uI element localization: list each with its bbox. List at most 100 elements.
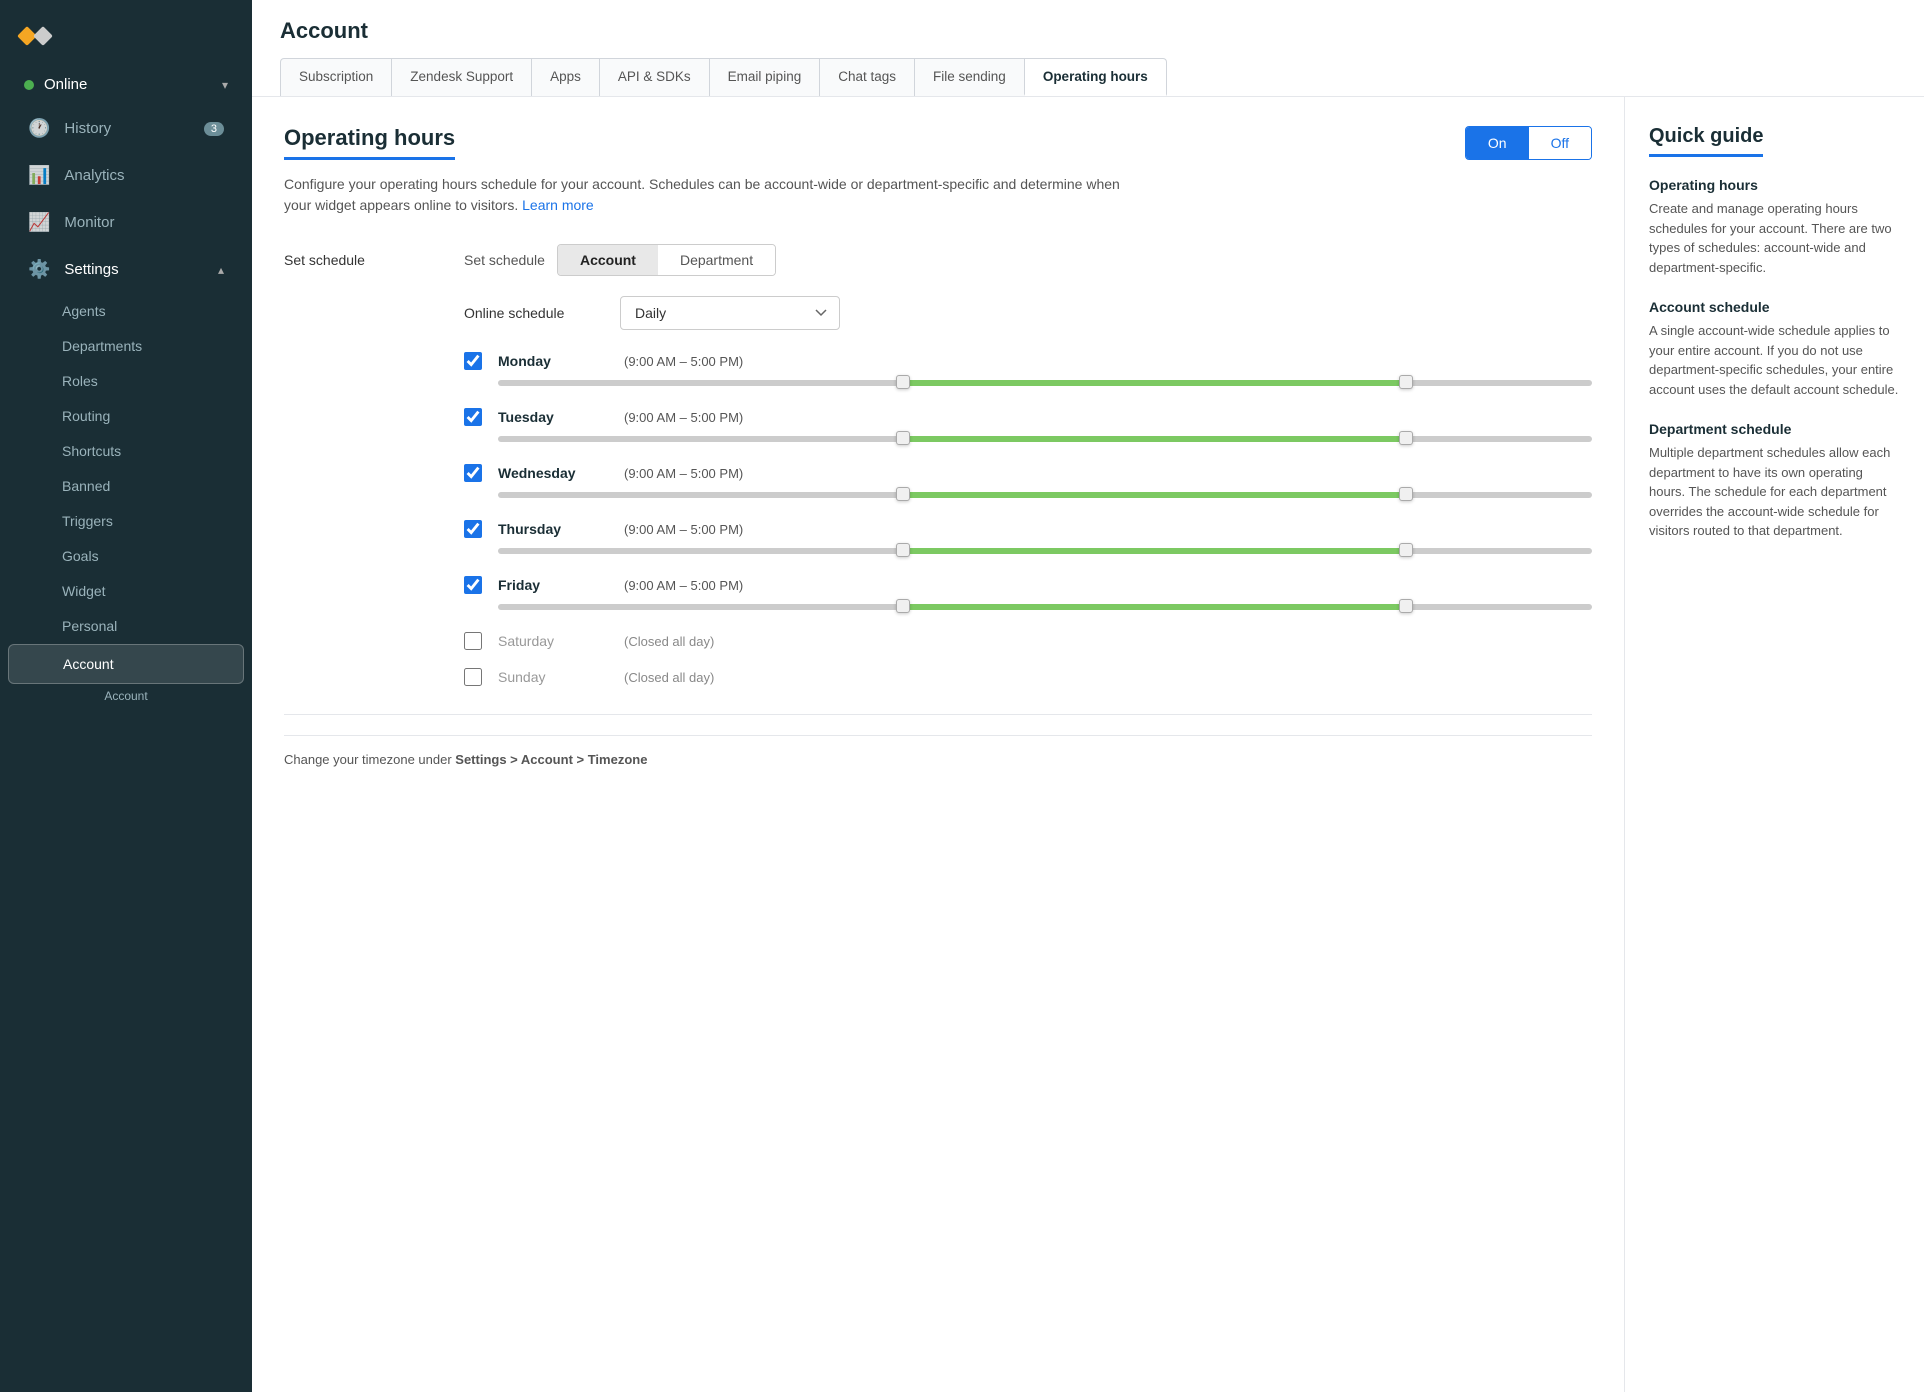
day-time-saturday: (Closed all day) <box>624 634 714 649</box>
sidebar-settings-header[interactable]: ⚙️ Settings ▴ <box>8 247 244 292</box>
slider-fill-tuesday <box>903 436 1406 442</box>
day-time-friday: (9:00 AM – 5:00 PM) <box>624 578 743 593</box>
slider-thumb-right-monday[interactable] <box>1399 375 1413 389</box>
settings-chevron-icon: ▴ <box>218 263 224 277</box>
slider-fill-friday <box>903 604 1406 610</box>
slider-thumb-right-tuesday[interactable] <box>1399 431 1413 445</box>
settings-label: Settings <box>64 261 118 278</box>
settings-icon: ⚙️ <box>28 259 50 280</box>
day-time-thursday: (9:00 AM – 5:00 PM) <box>624 522 743 537</box>
checkbox-saturday[interactable] <box>464 632 482 650</box>
app-logo <box>20 18 56 54</box>
section-title-row: Operating hours On Off <box>284 125 1592 160</box>
status-chevron-icon: ▾ <box>222 78 228 92</box>
checkbox-thursday[interactable] <box>464 520 482 538</box>
sidebar-item-analytics[interactable]: 📊 Analytics <box>8 153 244 198</box>
checkbox-friday[interactable] <box>464 576 482 594</box>
tab-subscription[interactable]: Subscription <box>280 58 392 96</box>
sidebar-item-monitor[interactable]: 📈 Monitor <box>8 200 244 245</box>
set-schedule-row: Set schedule Set schedule Account Depart… <box>284 244 1592 686</box>
quick-section-operating: Operating hours Create and manage operat… <box>1649 177 1900 277</box>
tab-api-sdks[interactable]: API & SDKs <box>599 58 710 96</box>
sidebar-item-shortcuts[interactable]: Shortcuts <box>8 434 244 468</box>
page-title: Account <box>280 18 1896 44</box>
checkbox-sunday[interactable] <box>464 668 482 686</box>
quick-section-account-text: A single account-wide schedule applies t… <box>1649 321 1900 399</box>
status-row[interactable]: Online ▾ <box>8 68 244 101</box>
sidebar-logo <box>0 0 252 64</box>
online-schedule-dropdown[interactable]: Daily Weekly Custom <box>620 296 840 330</box>
quick-section-department-text: Multiple department schedules allow each… <box>1649 443 1900 541</box>
learn-more-link[interactable]: Learn more <box>522 197 594 213</box>
sidebar-item-personal[interactable]: Personal <box>8 609 244 643</box>
slider-thumb-right-friday[interactable] <box>1399 599 1413 613</box>
main-content: Account Subscription Zendesk Support App… <box>252 0 1924 1392</box>
analytics-icon: 📊 <box>28 165 50 186</box>
sidebar-item-agents[interactable]: Agents <box>8 294 244 328</box>
tab-chat-tags[interactable]: Chat tags <box>819 58 915 96</box>
quick-section-account-title: Account schedule <box>1649 299 1900 315</box>
day-row-monday: Monday (9:00 AM – 5:00 PM) <box>464 352 1592 390</box>
toggle-on-button[interactable]: On <box>1466 127 1529 159</box>
slider-container-tuesday[interactable] <box>498 432 1592 446</box>
day-time-sunday: (Closed all day) <box>624 670 714 685</box>
settings-sub-items: Agents Departments Roles Routing Shortcu… <box>0 293 252 685</box>
day-row-top-tuesday: Tuesday(9:00 AM – 5:00 PM) <box>464 408 1592 426</box>
checkbox-monday[interactable] <box>464 352 482 370</box>
slider-thumb-right-thursday[interactable] <box>1399 543 1413 557</box>
slider-thumb-left-wednesday[interactable] <box>896 487 910 501</box>
sidebar-item-account[interactable]: Account <box>8 644 244 684</box>
slider-container-friday[interactable] <box>498 600 1592 614</box>
set-schedule-sublabel: Set schedule <box>464 252 545 268</box>
sidebar-item-label: Monitor <box>64 214 114 231</box>
slider-thumb-left-tuesday[interactable] <box>896 431 910 445</box>
checkbox-tuesday[interactable] <box>464 408 482 426</box>
day-name-thursday: Thursday <box>498 521 608 537</box>
bottom-note: Change your timezone under Settings > Ac… <box>284 735 1592 783</box>
toggle-off-button[interactable]: Off <box>1529 127 1591 159</box>
sidebar-item-routing[interactable]: Routing <box>8 399 244 433</box>
slider-container-thursday[interactable] <box>498 544 1592 558</box>
tab-file-sending[interactable]: File sending <box>914 58 1025 96</box>
sidebar-item-history[interactable]: 🕐 History 3 <box>8 106 244 151</box>
tab-apps[interactable]: Apps <box>531 58 600 96</box>
checkbox-wednesday[interactable] <box>464 464 482 482</box>
sidebar-item-banned[interactable]: Banned <box>8 469 244 503</box>
slider-thumb-left-monday[interactable] <box>896 375 910 389</box>
operating-hours-section: Operating hours On Off Configure your op… <box>252 97 1624 1392</box>
sidebar-item-roles[interactable]: Roles <box>8 364 244 398</box>
sidebar-item-triggers[interactable]: Triggers <box>8 504 244 538</box>
section-divider <box>284 714 1592 715</box>
tab-zendesk-support[interactable]: Zendesk Support <box>391 58 532 96</box>
day-row-top-monday: Monday (9:00 AM – 5:00 PM) <box>464 352 1592 370</box>
day-name-monday: Monday <box>498 353 608 369</box>
online-schedule-label: Online schedule <box>464 305 604 321</box>
tab-email-piping[interactable]: Email piping <box>709 58 821 96</box>
section-title: Operating hours <box>284 125 455 160</box>
sidebar-item-widget[interactable]: Widget <box>8 574 244 608</box>
day-name-friday: Friday <box>498 577 608 593</box>
day-name-tuesday: Tuesday <box>498 409 608 425</box>
day-row-top-friday: Friday (9:00 AM – 5:00 PM) <box>464 576 1592 594</box>
account-department-toggle: Account Department <box>557 244 776 276</box>
slider-thumb-right-wednesday[interactable] <box>1399 487 1413 501</box>
day-time-monday: (9:00 AM – 5:00 PM) <box>624 354 743 369</box>
status-label: Online <box>44 76 222 93</box>
slider-container-monday[interactable] <box>498 376 1592 390</box>
sidebar: Online ▾ 🕐 History 3 📊 Analytics 📈 Monit… <box>0 0 252 1392</box>
right-panel: Quick guide Operating hours Create and m… <box>1624 97 1924 1392</box>
content-area: Operating hours On Off Configure your op… <box>252 97 1924 1392</box>
slider-container-wednesday[interactable] <box>498 488 1592 502</box>
department-toggle-btn[interactable]: Department <box>658 245 775 275</box>
sidebar-item-departments[interactable]: Departments <box>8 329 244 363</box>
quick-guide-title: Quick guide <box>1649 125 1763 157</box>
tab-operating-hours[interactable]: Operating hours <box>1024 58 1167 96</box>
sidebar-item-goals[interactable]: Goals <box>8 539 244 573</box>
slider-thumb-left-thursday[interactable] <box>896 543 910 557</box>
day-name-saturday: Saturday <box>498 633 608 649</box>
account-toggle-btn[interactable]: Account <box>558 245 658 275</box>
day-row-top-sunday: Sunday(Closed all day) <box>464 668 1592 686</box>
quick-section-operating-text: Create and manage operating hours schedu… <box>1649 199 1900 277</box>
sidebar-item-label: Analytics <box>64 167 124 184</box>
slider-thumb-left-friday[interactable] <box>896 599 910 613</box>
